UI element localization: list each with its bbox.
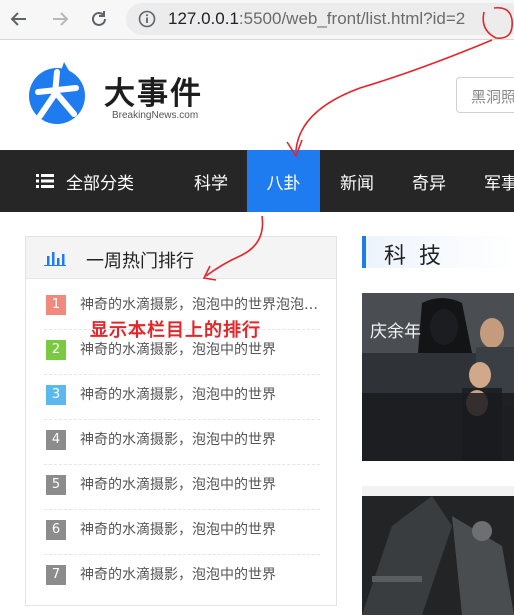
address-bar[interactable]: 127.0.0.1:5500/web_front/list.html?id=2 xyxy=(126,3,514,35)
rank-number: 7 xyxy=(46,565,66,585)
info-icon[interactable] xyxy=(138,10,156,28)
rank-title[interactable]: 神奇的水滴摄影，泡泡中的世界 xyxy=(80,565,320,585)
nav-item-news[interactable]: 新闻 xyxy=(326,150,388,212)
rank-number: 3 xyxy=(46,385,66,405)
rank-title[interactable]: 神奇的水滴摄影，泡泡中的世界 xyxy=(80,430,320,450)
nav-item-military[interactable]: 军事 xyxy=(474,150,514,212)
main-nav: 全部分类 科学 八卦 新闻 奇异 军事 xyxy=(0,150,514,212)
url-path: :5500/web_front/list.html?id=2 xyxy=(238,9,466,28)
search-placeholder: 黑洞照 xyxy=(471,88,514,106)
rank-number: 5 xyxy=(46,475,66,495)
section-header: 科 技 xyxy=(362,236,514,269)
rank-title[interactable]: 神奇的水滴摄影，泡泡中的世界泡泡中的世界 xyxy=(80,295,320,315)
forward-arrow-icon[interactable] xyxy=(47,6,73,32)
rank-title[interactable]: 神奇的水滴摄影，泡泡中的世界 xyxy=(80,475,320,495)
nav-all-categories[interactable]: 全部分类 xyxy=(30,150,146,212)
article-thumbnail[interactable] xyxy=(362,486,514,615)
rank-title[interactable]: 神奇的水滴摄影，泡泡中的世界 xyxy=(80,520,320,540)
ranking-title: 一周热门排行 xyxy=(86,251,194,272)
drama-poster-image: 庆余年 xyxy=(362,293,514,461)
ranking-item[interactable]: 3 神奇的水滴摄影，泡泡中的世界 xyxy=(44,375,320,420)
rank-number: 1 xyxy=(46,295,66,315)
poster-title-text: 庆余年 xyxy=(370,322,421,342)
article-image xyxy=(362,486,514,615)
rank-number: 6 xyxy=(46,520,66,540)
site-header: 大事件 BreakingNews.com 黑洞照 xyxy=(0,40,514,150)
rank-number: 2 xyxy=(46,340,66,360)
ranking-item[interactable]: 5 神奇的水滴摄影，泡泡中的世界 xyxy=(44,465,320,510)
back-arrow-icon[interactable] xyxy=(6,6,32,32)
ranking-item[interactable]: 6 神奇的水滴摄影，泡泡中的世界 xyxy=(44,510,320,555)
list-icon xyxy=(36,174,54,188)
logo-title: 大事件 xyxy=(104,76,203,112)
nav-all-label: 全部分类 xyxy=(66,173,134,194)
ranking-item[interactable]: 7 神奇的水滴摄影，泡泡中的世界 xyxy=(44,555,320,600)
weekly-ranking-panel: 一周热门排行 1 神奇的水滴摄影，泡泡中的世界泡泡中的世界 2 神奇的水滴摄影，… xyxy=(25,236,337,606)
nav-item-gossip[interactable]: 八卦 xyxy=(247,150,320,212)
browser-toolbar: 127.0.0.1:5500/web_front/list.html?id=2 xyxy=(0,0,514,40)
url-host: 127.0.0.1 xyxy=(168,9,239,28)
annotation-note: 显示本栏目上的排行 xyxy=(90,320,261,341)
bar-chart-icon xyxy=(44,252,66,266)
section-title: 科 技 xyxy=(384,244,444,269)
article-thumbnail[interactable]: 庆余年 xyxy=(362,293,514,461)
rank-title[interactable]: 神奇的水滴摄影，泡泡中的世界 xyxy=(80,340,320,360)
site-logo[interactable]: 大事件 BreakingNews.com xyxy=(22,56,222,128)
ranking-header: 一周热门排行 xyxy=(26,237,336,279)
logo-mark-icon xyxy=(29,62,85,124)
reload-icon[interactable] xyxy=(86,6,112,32)
ranking-item[interactable]: 4 神奇的水滴摄影，泡泡中的世界 xyxy=(44,420,320,465)
search-input[interactable]: 黑洞照 xyxy=(456,77,514,113)
nav-item-strange[interactable]: 奇异 xyxy=(398,150,460,212)
nav-item-science[interactable]: 科学 xyxy=(180,150,242,212)
url-text[interactable]: 127.0.0.1:5500/web_front/list.html?id=2 xyxy=(168,9,465,29)
rank-title[interactable]: 神奇的水滴摄影，泡泡中的世界 xyxy=(80,385,320,405)
logo-subtitle: BreakingNews.com xyxy=(112,110,199,121)
rank-number: 4 xyxy=(46,430,66,450)
